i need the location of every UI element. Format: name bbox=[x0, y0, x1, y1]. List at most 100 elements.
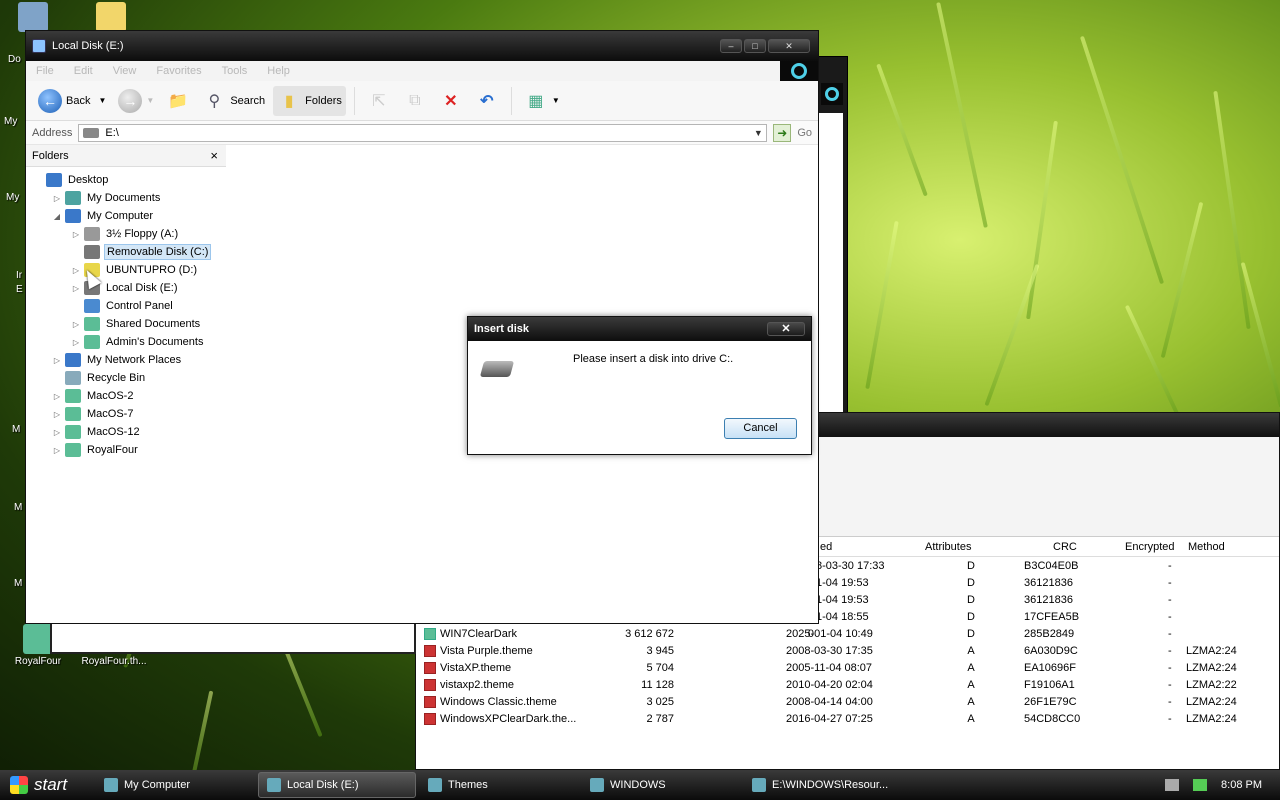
back-button[interactable]: ← Back ▼ bbox=[34, 86, 110, 116]
folders-button[interactable]: ▮ Folders bbox=[273, 85, 346, 116]
col-modified[interactable]: ed bbox=[820, 541, 832, 553]
desktop-icon-label[interactable]: M bbox=[14, 578, 22, 589]
delete-button[interactable]: ✕ bbox=[435, 86, 467, 116]
menu-file[interactable]: File bbox=[36, 65, 54, 77]
tree-node[interactable]: ◢ My Computer bbox=[26, 207, 818, 225]
clock[interactable]: 8:08 PM bbox=[1221, 779, 1262, 791]
menu-view[interactable]: View bbox=[113, 65, 137, 77]
tree-expander-icon[interactable]: ▷ bbox=[70, 320, 82, 329]
desktop-icon-royalfour-theme[interactable]: RoyalFour.th... bbox=[78, 656, 150, 667]
menu-favorites[interactable]: Favorites bbox=[156, 65, 201, 77]
folder-icon bbox=[84, 335, 100, 349]
desktop-icon-label[interactable]: Do bbox=[8, 54, 21, 65]
tree-node-label[interactable]: Desktop bbox=[66, 173, 110, 187]
minimize-button[interactable]: – bbox=[720, 39, 742, 53]
tree-node-label[interactable]: Recycle Bin bbox=[85, 371, 147, 385]
move-to-button[interactable]: ⇱ bbox=[363, 86, 395, 116]
tree-node[interactable]: ▷ 3½ Floppy (A:) bbox=[26, 225, 818, 243]
desktop-icon-label[interactable]: M bbox=[14, 502, 22, 513]
table-row[interactable]: Windows Classic.theme 3 025 2008-04-14 04:… bbox=[416, 694, 1279, 711]
chevron-down-icon[interactable]: ▼ bbox=[552, 96, 560, 105]
up-folder-button[interactable]: 📁 bbox=[162, 86, 194, 116]
tree-expander-icon[interactable]: ▷ bbox=[51, 446, 63, 455]
tree-node[interactable]: ▷ My Documents bbox=[26, 189, 818, 207]
insert-disk-dialog[interactable]: Insert disk ✕ Please insert a disk into … bbox=[467, 316, 812, 455]
go-button[interactable]: ➜ Go bbox=[773, 123, 812, 142]
chevron-down-icon[interactable]: ▼ bbox=[98, 96, 106, 105]
taskbar-button[interactable]: E:\WINDOWS\Resour... bbox=[744, 772, 902, 798]
tree-expander-icon[interactable]: ▷ bbox=[51, 356, 63, 365]
search-button[interactable]: ⚲ Search bbox=[198, 86, 269, 116]
taskbar-button[interactable]: Local Disk (E:) bbox=[258, 772, 416, 798]
views-button[interactable]: ▦ ▼ bbox=[520, 86, 564, 116]
tree-node-label[interactable]: UBUNTUPRO (D:) bbox=[104, 263, 199, 277]
table-row[interactable]: WindowsXPClearDark.the... 2 787 2016-04-27… bbox=[416, 711, 1279, 728]
network-icon[interactable] bbox=[1193, 779, 1208, 791]
tree-expander-icon[interactable]: ▷ bbox=[51, 392, 63, 401]
tree-node-label[interactable]: 3½ Floppy (A:) bbox=[104, 227, 180, 241]
close-button[interactable]: ✕ bbox=[768, 39, 810, 53]
taskbar-button[interactable]: WINDOWS bbox=[582, 772, 740, 798]
menu-bar[interactable]: File Edit View Favorites Tools Help bbox=[26, 61, 818, 81]
background-window-bottom[interactable] bbox=[50, 620, 416, 654]
tree-expander-icon[interactable]: ▷ bbox=[51, 428, 63, 437]
tree-node[interactable]: ▷ Local Disk (E:) bbox=[26, 279, 818, 297]
desktop-icon-label[interactable]: My bbox=[6, 192, 19, 203]
tree-expander-icon[interactable]: ▷ bbox=[70, 230, 82, 239]
taskbar-button[interactable]: My Computer bbox=[96, 772, 254, 798]
start-button[interactable]: start bbox=[0, 770, 92, 800]
tree-node-label[interactable]: MacOS-12 bbox=[85, 425, 142, 439]
tree-node-label[interactable]: Local Disk (E:) bbox=[104, 281, 180, 295]
close-icon[interactable]: × bbox=[210, 148, 218, 163]
tree-expander-icon[interactable]: ▷ bbox=[51, 194, 63, 203]
tree-node-label[interactable]: My Network Places bbox=[85, 353, 183, 367]
col-crc[interactable]: CRC bbox=[1053, 541, 1077, 553]
cancel-button[interactable]: Cancel bbox=[724, 418, 797, 439]
table-row[interactable]: VistaXP.theme 5 704 2005-11-04 08:07 A EA106… bbox=[416, 660, 1279, 677]
table-row[interactable]: vistaxp2.theme 11 128 2010-04-20 02:04 A F19… bbox=[416, 677, 1279, 694]
tree-node[interactable]: Removable Disk (C:) bbox=[26, 243, 818, 261]
explorer-titlebar[interactable]: Local Disk (E:) – □ ✕ bbox=[26, 31, 818, 61]
tree-node-label[interactable]: My Computer bbox=[85, 209, 155, 223]
tree-node-label[interactable]: Removable Disk (C:) bbox=[104, 244, 212, 260]
keyboard-icon[interactable] bbox=[1165, 779, 1180, 791]
tree-node-label[interactable]: MacOS-2 bbox=[85, 389, 135, 403]
tree-node-label[interactable]: Shared Documents bbox=[104, 317, 202, 331]
table-row[interactable]: WIN7ClearDark 3 612 672 0 2025-01-04 10:49 D… bbox=[416, 626, 1279, 643]
menu-help[interactable]: Help bbox=[267, 65, 290, 77]
col-method[interactable]: Method bbox=[1188, 541, 1225, 553]
desktop-icon-label[interactable]: Ir bbox=[16, 270, 22, 281]
dialog-message: Please insert a disk into drive C:. bbox=[573, 353, 734, 365]
tree-node-label[interactable]: RoyalFour bbox=[85, 443, 140, 457]
address-input[interactable]: E:\ ▼ bbox=[78, 123, 768, 142]
undo-button[interactable]: ↶ bbox=[471, 86, 503, 116]
desktop-icon-label[interactable]: My bbox=[4, 116, 17, 127]
tree-node[interactable]: ▷ UBUNTUPRO (D:) bbox=[26, 261, 818, 279]
chevron-down-icon[interactable]: ▼ bbox=[146, 96, 154, 105]
tree-expander-icon[interactable]: ▷ bbox=[70, 338, 82, 347]
tree-node-label[interactable]: MacOS-7 bbox=[85, 407, 135, 421]
maximize-button[interactable]: □ bbox=[744, 39, 766, 53]
forward-button[interactable]: → ▼ bbox=[114, 86, 158, 116]
table-row[interactable]: Vista Purple.theme 3 945 2008-03-30 17:35 A… bbox=[416, 643, 1279, 660]
tree-node-label[interactable]: Admin's Documents bbox=[104, 335, 205, 349]
desktop-icon-label[interactable]: E bbox=[16, 284, 23, 295]
dialog-titlebar[interactable]: Insert disk ✕ bbox=[468, 317, 811, 341]
tree-node[interactable]: Desktop bbox=[26, 171, 818, 189]
col-attributes[interactable]: Attributes bbox=[925, 541, 971, 553]
copy-to-button[interactable]: ⧉ bbox=[399, 86, 431, 116]
theme-file-icon bbox=[424, 679, 436, 691]
taskbar-button[interactable]: Themes bbox=[420, 772, 578, 798]
tree-node-label[interactable]: Control Panel bbox=[104, 299, 175, 313]
menu-edit[interactable]: Edit bbox=[74, 65, 93, 77]
tree-expander-icon[interactable]: ◢ bbox=[51, 212, 63, 221]
menu-tools[interactable]: Tools bbox=[222, 65, 248, 77]
tree-node-label[interactable]: My Documents bbox=[85, 191, 162, 205]
col-encrypted[interactable]: Encrypted bbox=[1125, 541, 1175, 553]
tree-expander-icon[interactable]: ▷ bbox=[51, 410, 63, 419]
desktop-icon-label[interactable]: M bbox=[12, 424, 20, 435]
tree-node[interactable]: Control Panel bbox=[26, 297, 818, 315]
dialog-close-button[interactable]: ✕ bbox=[767, 322, 805, 336]
tree-expander-icon[interactable]: ▷ bbox=[70, 284, 82, 293]
chevron-down-icon[interactable]: ▼ bbox=[750, 128, 766, 138]
